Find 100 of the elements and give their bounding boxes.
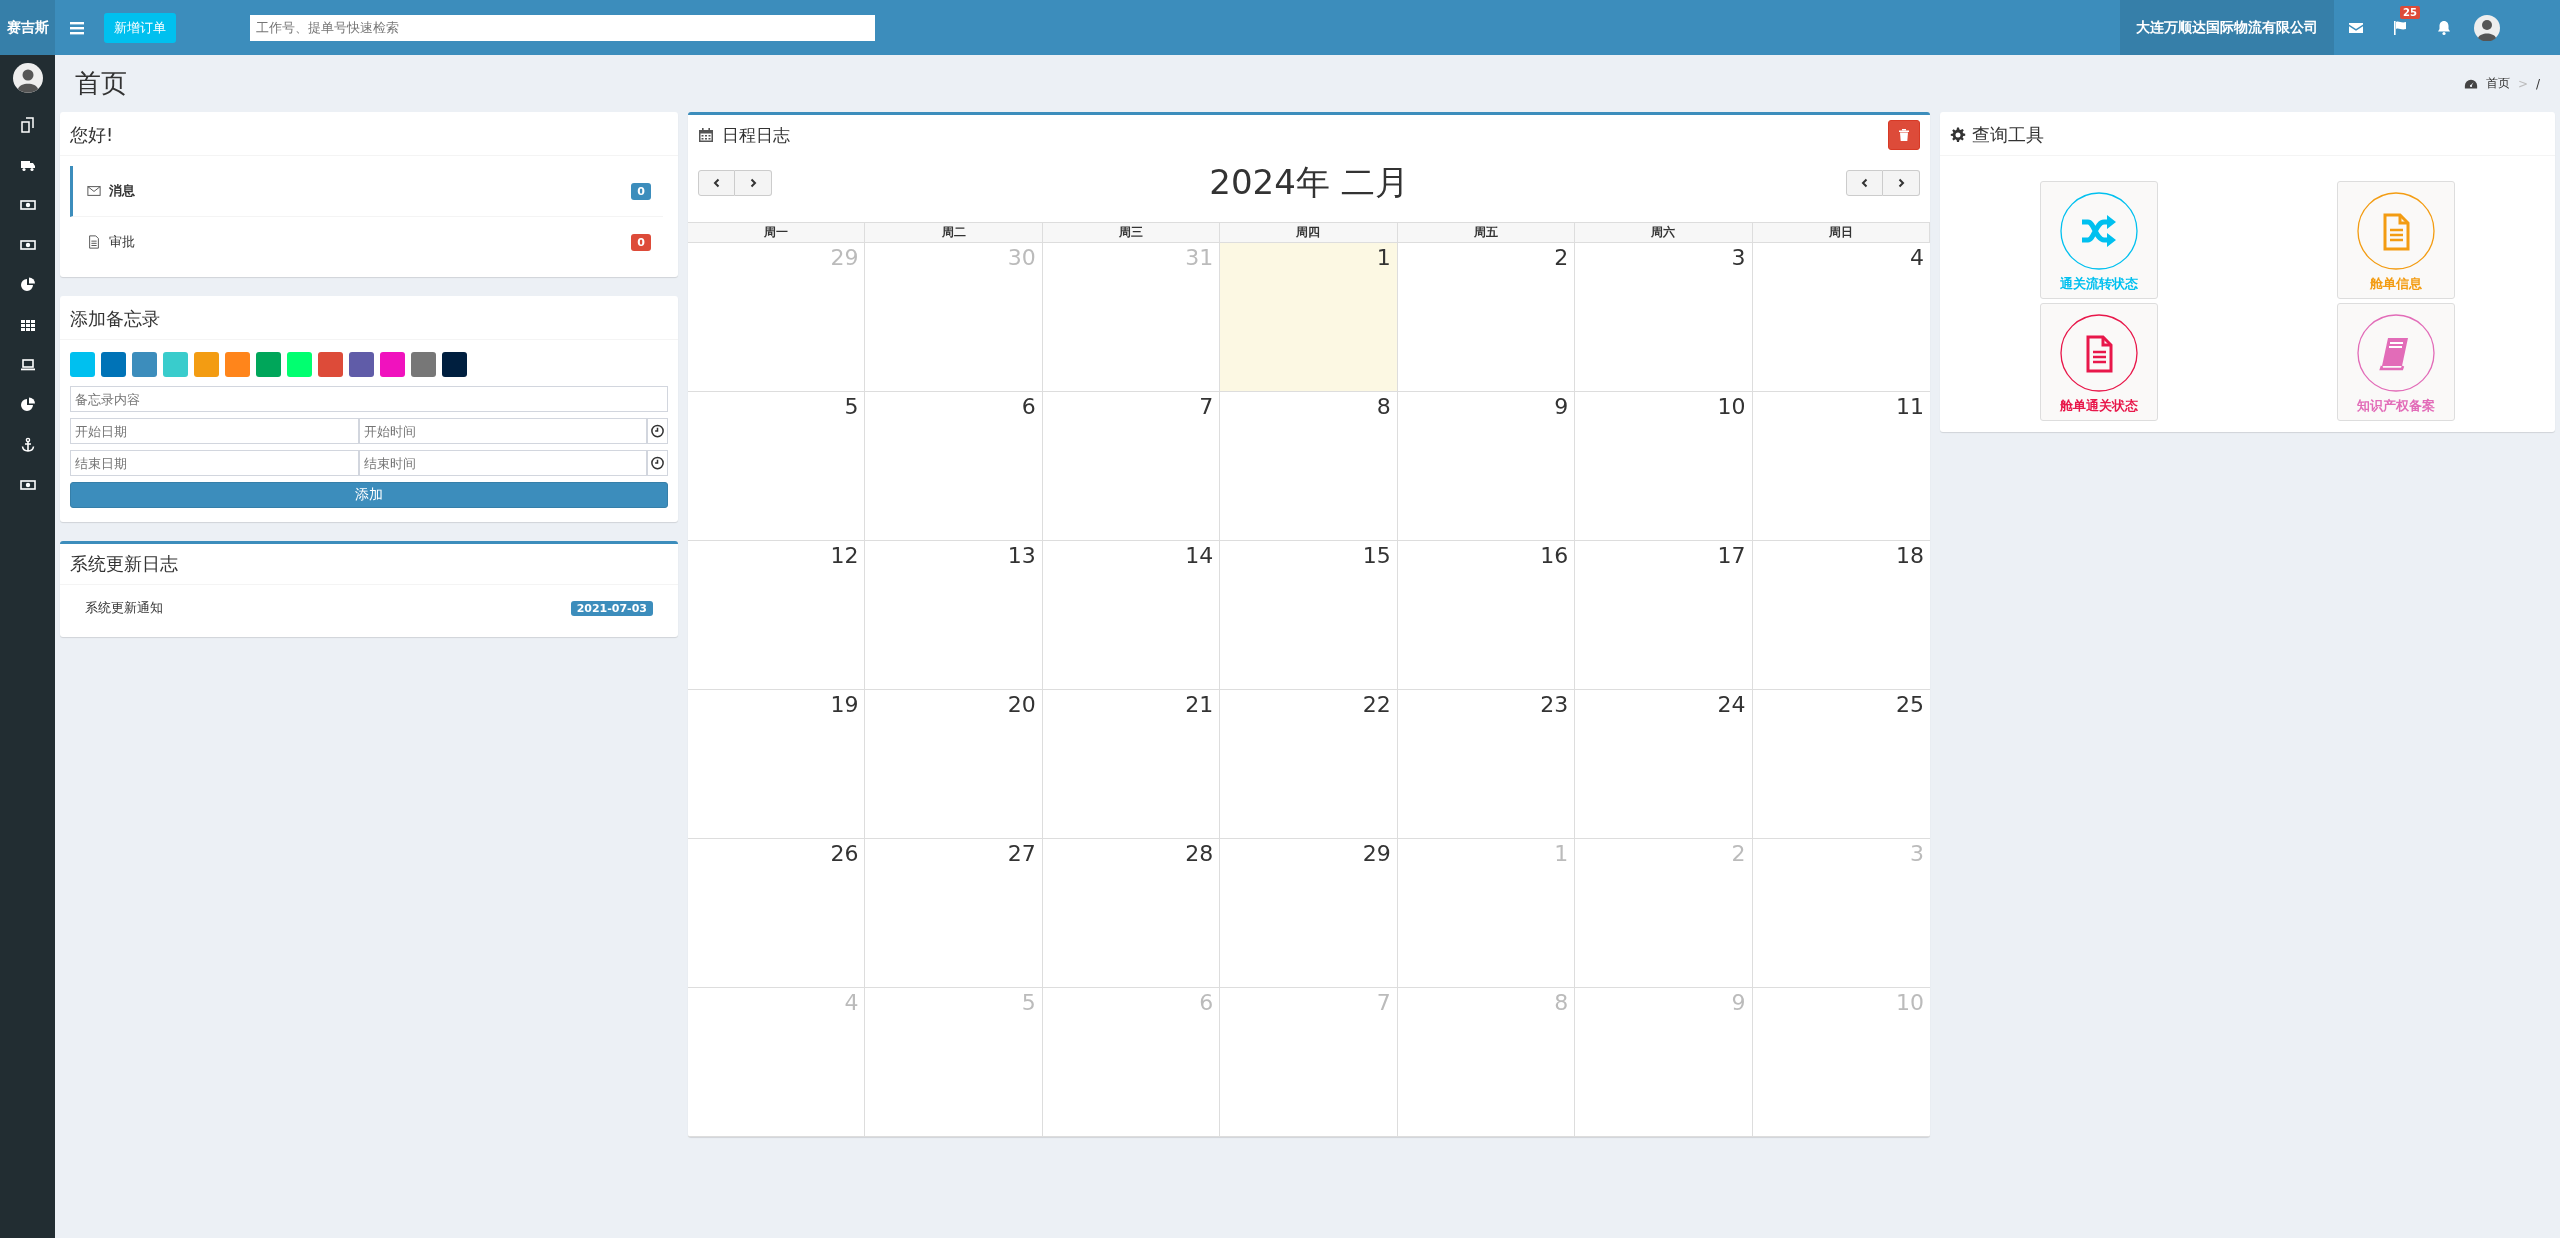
clock-icon[interactable] (647, 418, 668, 444)
document-icon (87, 235, 101, 249)
grid-icon[interactable] (19, 317, 36, 333)
chevron-left-icon (711, 177, 722, 188)
panel-title: 您好! (70, 123, 114, 147)
copy-icon[interactable] (19, 117, 36, 133)
company-name: 大连万顺达国际物流有限公司 (2120, 0, 2334, 55)
color-swatch[interactable] (411, 352, 436, 377)
menu-item-label: 审批 (109, 233, 135, 251)
weekday-header: 周四 (1220, 222, 1398, 243)
memo-content-field[interactable]: 备忘录内容 (70, 386, 668, 412)
count-badge: 0 (631, 182, 651, 200)
menu-icon[interactable] (69, 19, 85, 36)
previous-button[interactable] (698, 169, 735, 196)
money-icon[interactable] (19, 237, 36, 253)
calendar-day[interactable]: 17 (1575, 541, 1753, 690)
calendar-day[interactable]: 22 (1220, 690, 1398, 839)
previous-button[interactable] (1846, 169, 1883, 196)
time-field[interactable]: 结束时间 (358, 450, 647, 476)
menu-item[interactable]: 消息 0 (70, 166, 663, 217)
panel-title: 添加备忘录 (70, 307, 160, 331)
clock-icon[interactable] (647, 450, 668, 476)
color-swatch[interactable] (256, 352, 281, 377)
user-avatar (12, 63, 43, 93)
color-swatch[interactable] (132, 352, 157, 377)
calendar-day[interactable]: 10 (1575, 392, 1753, 541)
color-swatch[interactable] (163, 352, 188, 377)
calendar-day[interactable]: 21 (1042, 690, 1221, 839)
count-badge: 0 (631, 233, 651, 251)
calendar-day[interactable]: 3 (1575, 243, 1753, 392)
chevron-right-icon (1896, 177, 1906, 188)
date-field[interactable]: 结束日期 (70, 450, 359, 476)
user-avatar[interactable] (2474, 14, 2500, 41)
calendar-day[interactable]: 24 (1575, 690, 1753, 839)
calendar-day[interactable]: 15 (1220, 541, 1398, 690)
search-field[interactable]: 工作号、提单号快速检索 (250, 14, 875, 41)
log-entry: 系统更新通知 (85, 599, 163, 617)
calendar-day[interactable]: 26 (688, 839, 866, 988)
anchor-icon[interactable] (19, 437, 36, 453)
laptop-icon[interactable] (19, 357, 36, 373)
weekday-header: 周三 (1042, 222, 1221, 243)
calendar-day[interactable]: 29 (1220, 839, 1398, 988)
trash-icon (1898, 129, 1910, 141)
menu-item[interactable]: 审批 0 (70, 217, 663, 267)
weekday-header: 周二 (865, 222, 1043, 243)
calendar-day[interactable]: 1 (1220, 243, 1398, 392)
calendar-day[interactable]: 11 (1752, 392, 1930, 541)
calendar-day[interactable]: 28 (1042, 839, 1221, 988)
color-swatch[interactable] (287, 352, 312, 377)
calendar-day[interactable]: 2 (1397, 243, 1576, 392)
money-icon[interactable] (19, 477, 36, 493)
calendar-day[interactable]: 27 (865, 839, 1043, 988)
chevron-left-icon (1859, 177, 1870, 188)
date-field[interactable]: 开始日期 (70, 418, 359, 444)
calendar-day[interactable]: 14 (1042, 541, 1221, 690)
pie-chart-icon[interactable] (19, 397, 36, 413)
time-field[interactable]: 开始时间 (358, 418, 647, 444)
next-button[interactable] (735, 169, 772, 196)
settings-icon (1950, 127, 1966, 143)
add-button[interactable]: 添加 (70, 482, 668, 508)
color-swatch[interactable] (194, 352, 219, 377)
color-swatch[interactable] (349, 352, 374, 377)
next-button[interactable] (1883, 169, 1920, 196)
calendar-day[interactable]: 5 (688, 392, 866, 541)
notification-badge: 25 (2400, 5, 2420, 19)
calendar-day[interactable]: 25 (1752, 690, 1930, 839)
calendar-day[interactable]: 7 (1042, 392, 1221, 541)
panel-title: 日程日志 (722, 123, 790, 147)
color-swatch[interactable] (70, 352, 95, 377)
weekday-header: 周日 (1752, 222, 1930, 243)
bell-icon[interactable] (2436, 19, 2452, 36)
delete-button[interactable] (1888, 120, 1920, 150)
calendar-day[interactable]: 13 (865, 541, 1043, 690)
color-swatch[interactable] (225, 352, 250, 377)
color-swatch[interactable] (442, 352, 467, 377)
breadcrumb-separator: > (2517, 76, 2528, 91)
color-swatch[interactable] (380, 352, 405, 377)
chevron-right-icon (748, 177, 758, 188)
money-icon[interactable] (19, 197, 36, 213)
month-title: 2024年 二月 (1209, 160, 1409, 204)
brand-logo: 赛吉斯 (0, 0, 55, 55)
flag-icon[interactable] (2392, 19, 2408, 36)
calendar-day[interactable]: 8 (1220, 392, 1398, 541)
tool-tile[interactable]: 舱单通关状态 (2039, 303, 2158, 421)
calendar-day[interactable]: 12 (688, 541, 866, 690)
breadcrumb-link[interactable]: 首页 (2485, 75, 2510, 92)
color-swatch[interactable] (101, 352, 126, 377)
calendar-icon (698, 127, 714, 143)
pie-chart-icon[interactable] (19, 277, 36, 293)
menu-item-label: 消息 (109, 182, 135, 200)
breadcrumb-current: / (2535, 76, 2540, 91)
calendar-day[interactable]: 20 (865, 690, 1043, 839)
calendar-day[interactable]: 23 (1397, 690, 1576, 839)
color-swatch[interactable] (318, 352, 343, 377)
calendar-day[interactable]: 9 (1397, 392, 1576, 541)
calendar-day[interactable]: 6 (865, 392, 1043, 541)
calendar-day[interactable]: 19 (688, 690, 866, 839)
calendar-day[interactable]: 18 (1752, 541, 1930, 690)
calendar-day[interactable]: 16 (1397, 541, 1576, 690)
calendar-day[interactable]: 4 (1752, 243, 1930, 392)
